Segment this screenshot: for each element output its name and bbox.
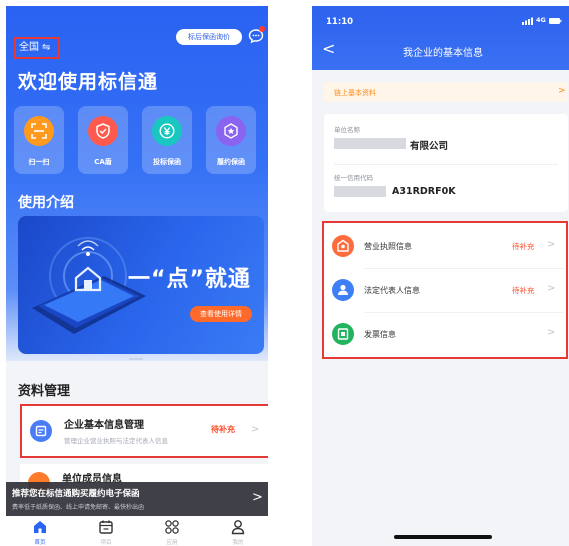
list-item-business-license[interactable]: 营业执照信息 待补充 > — [324, 225, 566, 269]
list-item-invoice[interactable]: 发票信息 > — [324, 313, 566, 357]
enterprise-icon — [30, 420, 52, 442]
promo-title: 推荐您在标信通购买履约电子保函 — [12, 489, 140, 499]
tab-apps[interactable]: 应用 — [152, 519, 192, 546]
divider — [334, 164, 558, 165]
status-time: 11:10 — [326, 17, 354, 27]
banner-slogan: 一“点”就通 — [128, 267, 251, 292]
chevron-right-icon: > — [558, 86, 566, 96]
network-label: 4G — [536, 16, 546, 24]
quick-action-scan[interactable]: 扫一扫 — [14, 106, 64, 174]
status-badge: 待补充 — [512, 242, 535, 251]
user-icon — [231, 520, 245, 535]
tab-home[interactable]: 首页 — [20, 519, 60, 546]
credit-code-value: A31RDRF0K — [392, 186, 456, 197]
list-item-label: 法定代表人信息 — [364, 286, 420, 295]
scan-icon — [24, 116, 54, 146]
tab-projects[interactable]: 项目 — [86, 519, 126, 546]
quick-action-performance-guarantee[interactable]: 履约保函 — [206, 106, 256, 174]
intro-section-title: 使用介绍 — [18, 195, 74, 211]
enterprise-info-screen: 11:10 4G < 我企业的基本信息 链上基本资料 > 单位名称 有限公司 统… — [312, 6, 569, 546]
promo-subtitle: 费率低于纸质保函、线上申请免邮寄、最快秒出函 — [12, 504, 145, 511]
redaction-mask — [334, 138, 406, 149]
carousel-indicator — [129, 358, 143, 360]
license-icon — [332, 235, 354, 257]
credit-code-label: 统一信用代码 — [334, 174, 373, 182]
chevron-right-icon: > — [251, 424, 260, 435]
region-selector[interactable]: 全国 ⇋ — [14, 37, 60, 59]
screenshot-stage: 全国 ⇋ 标后保函询价 欢迎使用标信通 扫一扫 CA盾 投标保函 履约保函 使用… — [0, 0, 569, 546]
data-management-title: 资料管理 — [18, 384, 71, 399]
home-screen: 全国 ⇋ 标后保函询价 欢迎使用标信通 扫一扫 CA盾 投标保函 履约保函 使用… — [6, 6, 268, 546]
inquiry-button[interactable]: 标后保函询价 — [176, 29, 242, 45]
company-info-card: 单位名称 有限公司 统一信用代码 A31RDRF0K — [324, 114, 568, 212]
promo-banner[interactable]: 推荐您在标信通购买履约电子保函 费率低于纸质保函、线上申请免邮寄、最快秒出函 > — [6, 482, 268, 516]
enterprise-info-card[interactable]: 企业基本信息管理 管理企业营业执照与法定代表人信息 待补充 > — [20, 404, 268, 458]
bottom-tab-bar: 首页 项目 应用 我的 — [6, 516, 268, 546]
list-item-legal-representative[interactable]: 法定代表人信息 待补充 > — [324, 269, 566, 313]
tab-label: 应用 — [166, 540, 178, 546]
notification-dot — [259, 26, 265, 32]
quick-action-label: 投标保函 — [153, 158, 181, 166]
welcome-title: 欢迎使用标信通 — [18, 71, 159, 93]
region-label: 全国 — [19, 42, 39, 53]
list-item-label: 营业执照信息 — [364, 242, 412, 251]
swap-icon: ⇋ — [42, 42, 51, 53]
yuan-icon — [152, 116, 182, 146]
status-badge: 待补充 — [512, 286, 535, 295]
calendar-icon — [99, 520, 113, 534]
chevron-right-icon: > — [547, 239, 556, 250]
list-item-label: 发票信息 — [364, 330, 396, 339]
chevron-right-icon: > — [547, 327, 556, 338]
page-title: 我企业的基本信息 — [403, 48, 483, 59]
enterprise-card-title: 企业基本信息管理 — [64, 420, 144, 431]
home-icon — [34, 521, 46, 533]
invoice-icon — [332, 323, 354, 345]
person-icon — [332, 279, 354, 301]
info-list: 营业执照信息 待补充 > 法定代表人信息 待补充 > 发票信息 > — [322, 221, 568, 359]
tab-label: 我的 — [232, 540, 244, 546]
tab-label: 首页 — [34, 540, 46, 546]
enterprise-card-subtitle: 管理企业营业执照与法定代表人信息 — [64, 437, 168, 445]
quick-action-ca[interactable]: CA盾 — [78, 106, 128, 174]
status-badge: 待补充 — [211, 425, 235, 434]
home-indicator — [394, 535, 492, 539]
company-name-value: 有限公司 — [410, 141, 449, 152]
chevron-right-icon: > — [547, 283, 556, 294]
chain-info-notice[interactable]: 链上基本资料 > — [324, 82, 568, 102]
quick-action-label: 扫一扫 — [28, 158, 50, 166]
view-details-button[interactable]: 查看使用详情 — [190, 306, 252, 322]
apps-icon — [165, 520, 179, 534]
quick-action-label: CA盾 — [94, 158, 112, 166]
tab-label: 项目 — [100, 540, 112, 546]
chevron-right-icon: > — [252, 490, 263, 505]
shield-icon — [88, 116, 118, 146]
tab-mine[interactable]: 我的 — [218, 519, 258, 546]
quick-action-bid-guarantee[interactable]: 投标保函 — [142, 106, 192, 174]
redaction-mask — [334, 186, 386, 197]
quick-action-label: 履约保函 — [217, 158, 245, 166]
notice-text: 链上基本资料 — [334, 89, 376, 97]
badge-icon — [216, 116, 246, 146]
intro-banner[interactable]: 一“点”就通 查看使用详情 — [18, 216, 264, 354]
company-name-label: 单位名称 — [334, 126, 360, 134]
